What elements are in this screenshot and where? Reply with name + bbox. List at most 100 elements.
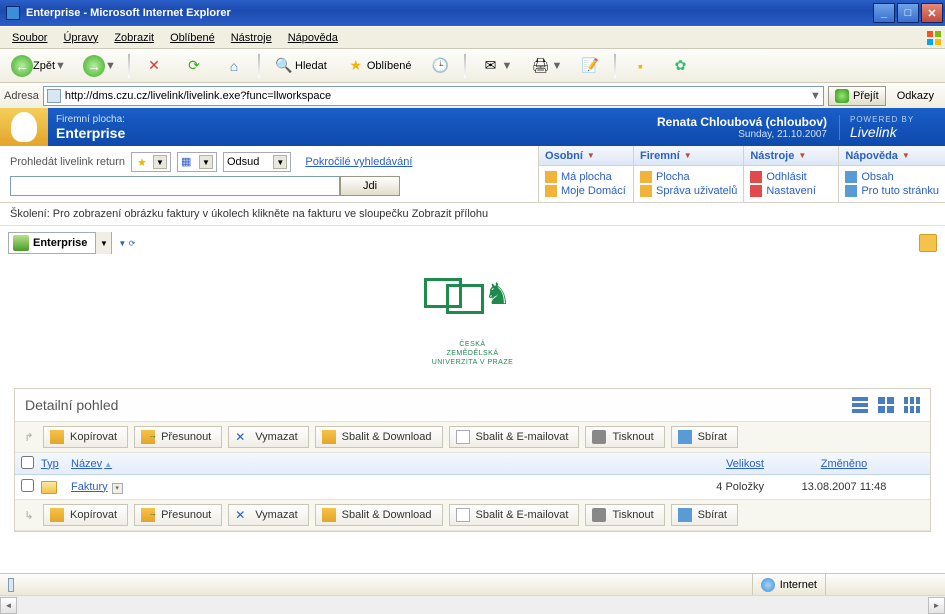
panel-title: Detailní pohled (25, 397, 118, 413)
row-checkbox[interactable] (21, 479, 34, 492)
search-input[interactable] (10, 176, 340, 196)
edit-button[interactable]: 📝 (572, 53, 608, 79)
print-button[interactable]: 🖨▼ (522, 53, 568, 79)
favorites-button[interactable]: ★Oblíbené (338, 53, 419, 79)
home-icon (545, 185, 557, 197)
edit-page-icon[interactable] (919, 234, 937, 252)
collect-button[interactable]: Sbírat (671, 504, 738, 526)
menu-napoveda[interactable]: Nápověda (280, 29, 346, 47)
link-sprava-uzivatelu[interactable]: Správa uživatelů (640, 184, 737, 198)
print-button-panel[interactable]: Tisknout (585, 504, 664, 526)
refresh-icon[interactable]: ▼ ⟳ (118, 239, 135, 248)
folder-icon (545, 171, 557, 183)
col-nazev[interactable]: Název▲ (71, 458, 644, 470)
nav-firemni-head[interactable]: Firemní▼ (634, 146, 743, 166)
address-bar: Adresa http://dms.czu.cz/livelink/liveli… (0, 82, 945, 108)
menu-zobrazit[interactable]: Zobrazit (106, 29, 162, 47)
maximize-button[interactable]: □ (897, 3, 919, 23)
home-button[interactable]: ⌂ (216, 53, 252, 79)
advanced-search-link[interactable]: Pokročilé vyhledávání (305, 156, 412, 168)
zip-email-button[interactable]: Sbalit & E-mailovat (449, 426, 580, 448)
nav-napoveda-head[interactable]: Nápověda▼ (839, 146, 945, 166)
menu-oblibene[interactable]: Oblíbené (162, 29, 223, 47)
view-large-icons-icon[interactable] (878, 397, 894, 413)
menu-nastroje[interactable]: Nástroje (223, 29, 280, 47)
refresh-button[interactable]: ⟳ (176, 53, 212, 79)
minimize-button[interactable]: _ (873, 3, 895, 23)
row-name-link[interactable]: Faktury (71, 481, 108, 493)
links-button[interactable]: Odkazy (890, 83, 941, 109)
windows-logo-icon (923, 28, 945, 48)
forward-button[interactable]: →▼ (76, 53, 122, 79)
copy-icon (50, 508, 64, 522)
link-odhlasit[interactable]: Odhlásit (750, 170, 832, 184)
move-button[interactable]: Přesunout (134, 426, 222, 448)
delete-button[interactable]: Vymazat (228, 426, 308, 448)
ie-icon (6, 6, 20, 20)
link-ma-plocha[interactable]: Má plocha (545, 170, 627, 184)
search-panel: Prohledát livelink return ★▼ ▦▼ Odsud▼ P… (0, 146, 538, 202)
print-icon (592, 508, 606, 522)
search-label: Prohledát livelink return (10, 156, 125, 168)
delete-button[interactable]: Vymazat (228, 504, 308, 526)
menu-upravy[interactable]: Úpravy (55, 29, 106, 47)
link-plocha[interactable]: Plocha (640, 170, 737, 184)
col-velikost[interactable]: Velikost (644, 458, 764, 470)
row-size: 4 Položky (644, 481, 764, 493)
nav-osobni-head[interactable]: Osobní▼ (539, 146, 633, 166)
history-button[interactable]: 🕒 (422, 53, 458, 79)
search-fav-dropdown[interactable]: ★▼ (131, 152, 171, 172)
breadcrumb-box[interactable]: Enterprise ▼ (8, 232, 112, 254)
copy-button[interactable]: Kopírovat (43, 426, 128, 448)
menu-soubor[interactable]: Soubor (4, 29, 55, 47)
close-button[interactable]: ✕ (921, 3, 943, 23)
note-button[interactable]: ▪ (622, 53, 658, 79)
search-scope-dropdown[interactable]: Odsud▼ (223, 152, 291, 172)
horizontal-scrollbar[interactable]: ◄ ► (0, 595, 945, 614)
row-functions-dropdown-icon[interactable]: ▾ (112, 483, 123, 494)
search-button[interactable]: 🔍Hledat (266, 53, 334, 79)
zip-download-button[interactable]: Sbalit & Download (315, 504, 443, 526)
address-label: Adresa (4, 90, 39, 102)
address-input[interactable]: http://dms.czu.cz/livelink/livelink.exe?… (43, 86, 824, 106)
icq-button[interactable]: ✿ (662, 53, 698, 79)
move-button[interactable]: Přesunout (134, 504, 222, 526)
move-icon (141, 430, 155, 444)
view-small-icons-icon[interactable] (904, 397, 920, 413)
copy-button[interactable]: Kopírovat (43, 504, 128, 526)
link-moje-domaci[interactable]: Moje Domácí (545, 184, 627, 198)
link-nastaveni[interactable]: Nastavení (750, 184, 832, 198)
detail-panel: Detailní pohled ↱ Kopírovat Přesunout Vy… (14, 388, 931, 532)
search-go-button[interactable]: Jdi (340, 176, 400, 196)
link-obsah[interactable]: Obsah (845, 170, 939, 184)
col-zmeneno[interactable]: Změněno (764, 458, 924, 470)
view-list-icon[interactable] (852, 397, 868, 413)
window-title: Enterprise - Microsoft Internet Explorer (26, 7, 231, 19)
sort-asc-icon: ▲ (104, 460, 112, 469)
link-pro-tuto-stranku[interactable]: Pro tuto stránku (845, 184, 939, 198)
col-typ[interactable]: Typ (41, 458, 71, 470)
collect-button[interactable]: Sbírat (671, 426, 738, 448)
book-icon (845, 171, 857, 183)
breadcrumb-dropdown-icon[interactable]: ▼ (95, 232, 111, 254)
gear-icon (750, 185, 762, 197)
breadcrumb-bar: Enterprise ▼ ▼ ⟳ (0, 226, 945, 260)
stop-button[interactable]: ✕ (136, 53, 172, 79)
back-button[interactable]: ←Zpět▼ (4, 53, 72, 79)
logout-icon (750, 171, 762, 183)
zip-email-button[interactable]: Sbalit & E-mailovat (449, 504, 580, 526)
print-button-panel[interactable]: Tisknout (585, 426, 664, 448)
user-name: Renata Chloubová (chloubov) (657, 115, 827, 129)
address-dropdown-icon[interactable]: ▼ (810, 90, 820, 102)
action-lead-icon: ↱ (21, 429, 37, 445)
nav-nastroje-head[interactable]: Nástroje▼ (744, 146, 838, 166)
go-button[interactable]: Přejít (828, 86, 886, 106)
select-all-checkbox[interactable] (21, 456, 34, 469)
scroll-right-arrow[interactable]: ► (928, 597, 945, 614)
mail-button[interactable]: ✉▼ (472, 53, 518, 79)
search-type-dropdown[interactable]: ▦▼ (177, 152, 217, 172)
zip-download-button[interactable]: Sbalit & Download (315, 426, 443, 448)
scroll-left-arrow[interactable]: ◄ (0, 597, 17, 614)
content-area: Enterprise ▼ ▼ ⟳ ♞ ČESKÁ ZEMĚDĚLSKÁ UNIV… (0, 226, 945, 574)
status-bar: Internet (0, 573, 945, 595)
